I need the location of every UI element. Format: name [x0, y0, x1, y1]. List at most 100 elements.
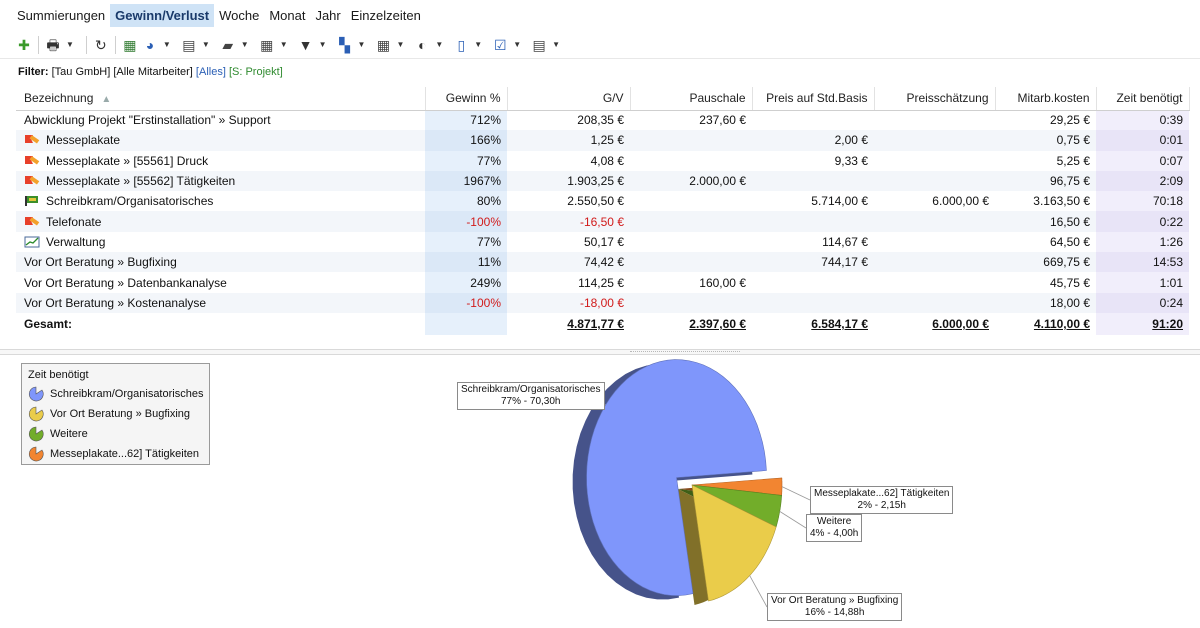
column-header-label: Mitarb.kosten: [1017, 91, 1090, 106]
chevron-down-icon[interactable]: ▼: [358, 40, 366, 49]
row-name-cell: Schreibkram/Organisatorisches: [16, 191, 425, 212]
cell-gewinn: 712%: [425, 110, 507, 131]
tab-gewinn-verlust[interactable]: Gewinn/Verlust: [110, 3, 215, 27]
pie-chart-button[interactable]: ◕ ▼: [142, 34, 177, 56]
chevron-down-icon[interactable]: ▼: [202, 40, 210, 49]
column-header[interactable]: Zeit benötigt: [1096, 87, 1190, 111]
cell-zeit: 14:53: [1096, 252, 1189, 273]
cell-kosten: 669,75 €: [995, 252, 1096, 273]
column-header-label: Zeit benötigt: [1116, 91, 1183, 106]
cell-gv: 1.903,25 €: [507, 170, 630, 192]
row-name-cell: Messeplakate: [16, 130, 425, 151]
column-header[interactable]: Preis auf Std.Basis: [752, 87, 875, 111]
column-header[interactable]: G/V: [507, 87, 631, 111]
chevron-down-icon[interactable]: ▼: [280, 40, 288, 49]
total-label: Gesamt:: [24, 316, 73, 331]
group-button[interactable]: ▚ ▼: [337, 34, 372, 56]
table-row[interactable]: Vor Ort Beratung » Datenbankanalyse 249% 1…: [16, 272, 1189, 293]
table-row[interactable]: Vor Ort Beratung » Kostenanalyse -100% -18…: [16, 292, 1189, 313]
cell-preis: [752, 110, 874, 131]
row-name: Messeplakate » [55562] Tätigkeiten: [46, 174, 236, 189]
calculator-button[interactable]: ▤ ▼: [181, 34, 216, 56]
chevron-down-icon[interactable]: ▼: [319, 40, 327, 49]
report-button[interactable]: ▤ ▼: [531, 34, 566, 56]
total-zeit: 91:20: [1096, 312, 1189, 335]
table-row[interactable]: Messeplakate » [55562] Tätigkeiten 1967% 1…: [16, 170, 1189, 192]
chevron-down-icon[interactable]: ▼: [552, 40, 560, 49]
chevron-down-icon[interactable]: ▼: [66, 40, 74, 49]
cell-gv: 2.550,50 €: [507, 191, 630, 212]
table-row[interactable]: Abwicklung Projekt "Erstinstallation" » …: [16, 110, 1189, 131]
checklist-button[interactable]: ☑ ▼: [492, 34, 527, 56]
callout-leader-line: [781, 486, 811, 501]
slice-callout: Messeplakate...62] Tätigkeiten 2% - 2,15h: [810, 486, 954, 514]
filter-company[interactable]: [Tau GmbH]: [52, 66, 111, 78]
cell-zeit: 0:24: [1096, 292, 1189, 313]
chevron-down-icon[interactable]: ▼: [474, 40, 482, 49]
chevron-down-icon[interactable]: ▼: [241, 40, 249, 49]
cell-gv: 1,25 €: [507, 130, 630, 151]
row-name-cell: Vor Ort Beratung » Bugfixing: [16, 252, 425, 273]
pane-splitter[interactable]: [0, 349, 1200, 355]
print-button[interactable]: 🖶 ▼: [45, 34, 80, 56]
filter-all[interactable]: [Alles]: [196, 66, 226, 78]
excel-export-button[interactable]: ▦: [122, 34, 138, 56]
cell-gewinn: 1967%: [425, 170, 507, 192]
chevron-down-icon[interactable]: ▼: [396, 40, 404, 49]
tab-monat[interactable]: Monat: [264, 4, 310, 27]
tab-einzelzeiten[interactable]: Einzelzeiten: [346, 4, 426, 27]
filter-employees[interactable]: [Alle Mitarbeiter]: [113, 66, 192, 78]
total-kosten: 4.110,00 €: [1033, 316, 1090, 331]
column-header[interactable]: Gewinn %: [425, 87, 508, 111]
table-row[interactable]: Vor Ort Beratung » Bugfixing 11% 74,42 € 74…: [16, 252, 1189, 273]
cell-pauschale: [630, 130, 752, 151]
table-row[interactable]: Verwaltung 77% 50,17 € 114,67 € 64,50 €1:26: [16, 231, 1189, 253]
chevron-down-icon[interactable]: ▼: [513, 40, 521, 49]
currency-button[interactable]: ◐ ▼: [414, 34, 449, 56]
chevron-down-icon[interactable]: ▼: [163, 40, 171, 49]
cell-schaetzung: [874, 292, 995, 313]
cell-gv: 50,17 €: [507, 231, 630, 253]
filter-button[interactable]: ▼ ▼: [298, 34, 333, 56]
table-row[interactable]: Messeplakate » [55561] Druck 77% 4,08 € 9,3…: [16, 150, 1189, 171]
folder-button[interactable]: ▰ ▼: [220, 34, 255, 56]
pie-chart-icon: ◕: [145, 36, 155, 53]
column-header[interactable]: Preisschätzung: [874, 87, 996, 111]
cell-pauschale: [630, 191, 752, 212]
tab-woche[interactable]: Woche: [214, 4, 264, 27]
filter-project[interactable]: [S: Projekt]: [229, 66, 283, 78]
table-row[interactable]: Telefonate -100% -16,50 € 16,50 €0:22: [16, 211, 1189, 232]
tab-jahr[interactable]: Jahr: [310, 4, 345, 27]
cell-gv: 114,25 €: [507, 272, 630, 293]
row-name: Vor Ort Beratung » Kostenanalyse: [24, 295, 207, 310]
device-button[interactable]: ▯ ▼: [453, 34, 488, 56]
chevron-down-icon[interactable]: ▼: [435, 40, 443, 49]
toolbar: ✚ 🖶 ▼ ↻ ▦ ◕ ▼ ▤ ▼ ▰ ▼ ▦ ▼ ▼ ▼ ▚ ▼ ▦ ▼ ◐ ▼ ▯ ▼ ☑ ▼ ▤ ▼: [0, 31, 1200, 59]
cell-preis: 114,67 €: [752, 231, 874, 253]
profit-loss-table: Bezeichnung ▲ Gewinn % G/V Pauschale Preis au…: [16, 87, 1190, 335]
column-header[interactable]: Bezeichnung ▲: [16, 87, 426, 111]
row-name-cell: Telefonate: [16, 211, 425, 232]
tab-summierungen[interactable]: Summierungen: [12, 4, 110, 27]
splitter-grip[interactable]: [630, 351, 740, 353]
toolbar-separator: [114, 35, 116, 54]
cell-pauschale: [630, 211, 752, 232]
refresh-button[interactable]: ↻: [93, 34, 109, 56]
column-header[interactable]: Pauschale: [630, 87, 753, 111]
slice-callout: Schreibkram/Organisatorisches 77% - 70,30…: [457, 382, 605, 410]
cell-preis: [752, 211, 874, 232]
column-header-label: Pauschale: [689, 91, 746, 106]
cell-preis: 744,17 €: [752, 252, 874, 273]
table-row[interactable]: Schreibkram/Organisatorisches 80% 2.550,50…: [16, 191, 1189, 212]
cell-zeit: 1:26: [1096, 231, 1189, 253]
cell-pauschale: [630, 252, 752, 273]
table-row[interactable]: Messeplakate 166% 1,25 € 2,00 € 0,75 €0:01: [16, 130, 1189, 151]
table-button[interactable]: ▦ ▼: [375, 34, 410, 56]
add-button[interactable]: ✚: [16, 34, 32, 56]
folder-icon: ▰: [222, 36, 234, 53]
column-header[interactable]: Mitarb.kosten: [995, 87, 1097, 111]
calendar-button[interactable]: ▦ ▼: [259, 34, 294, 56]
cell-zeit: 0:07: [1096, 150, 1189, 171]
cell-gewinn: 80%: [425, 191, 507, 212]
cell-schaetzung: [874, 272, 995, 293]
